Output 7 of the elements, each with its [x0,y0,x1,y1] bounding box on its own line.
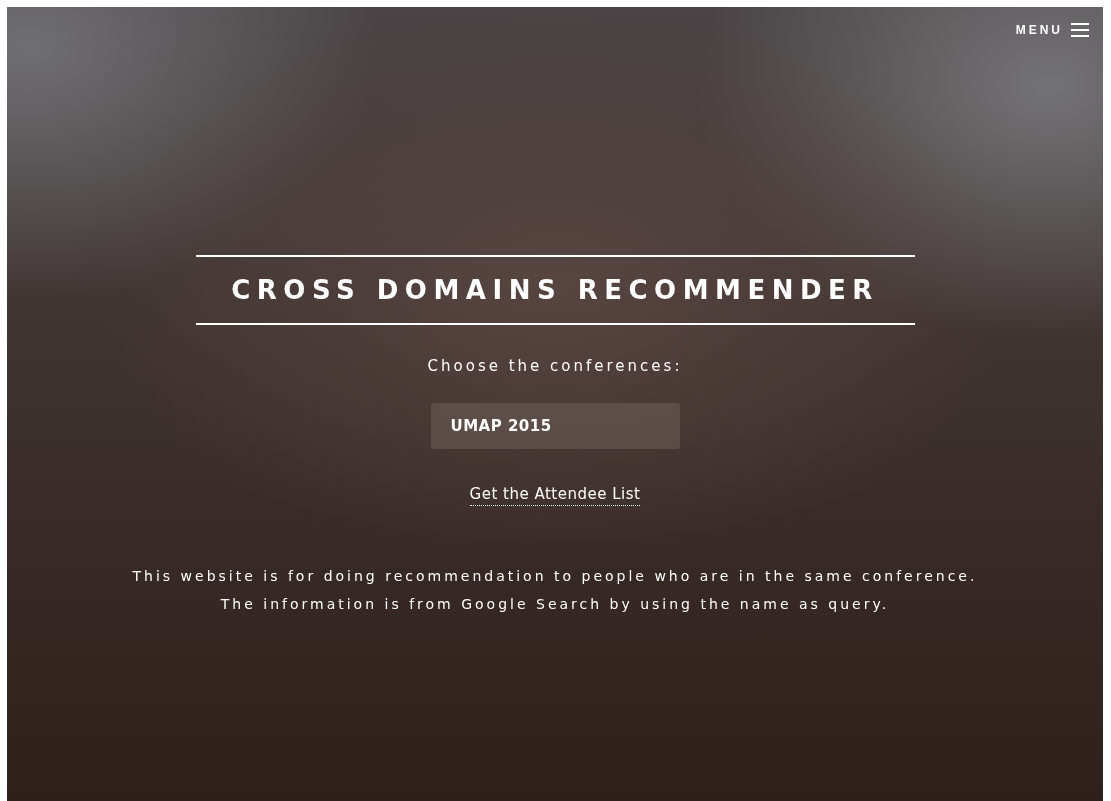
menu-icon [1071,23,1089,37]
page-title: CROSS DOMAINS RECOMMENDER [195,255,915,325]
attendee-list-link[interactable]: Get the Attendee List [469,485,641,506]
menu-button[interactable]: MENU [1015,23,1089,37]
description-text: This website is for doing recommendation to people who are in the same conference. The information is from Google Search by using the name as query. [132,567,978,614]
conference-prompt: Choose the conferences: [427,357,683,375]
conference-field[interactable]: UMAP 2015 [430,403,680,449]
